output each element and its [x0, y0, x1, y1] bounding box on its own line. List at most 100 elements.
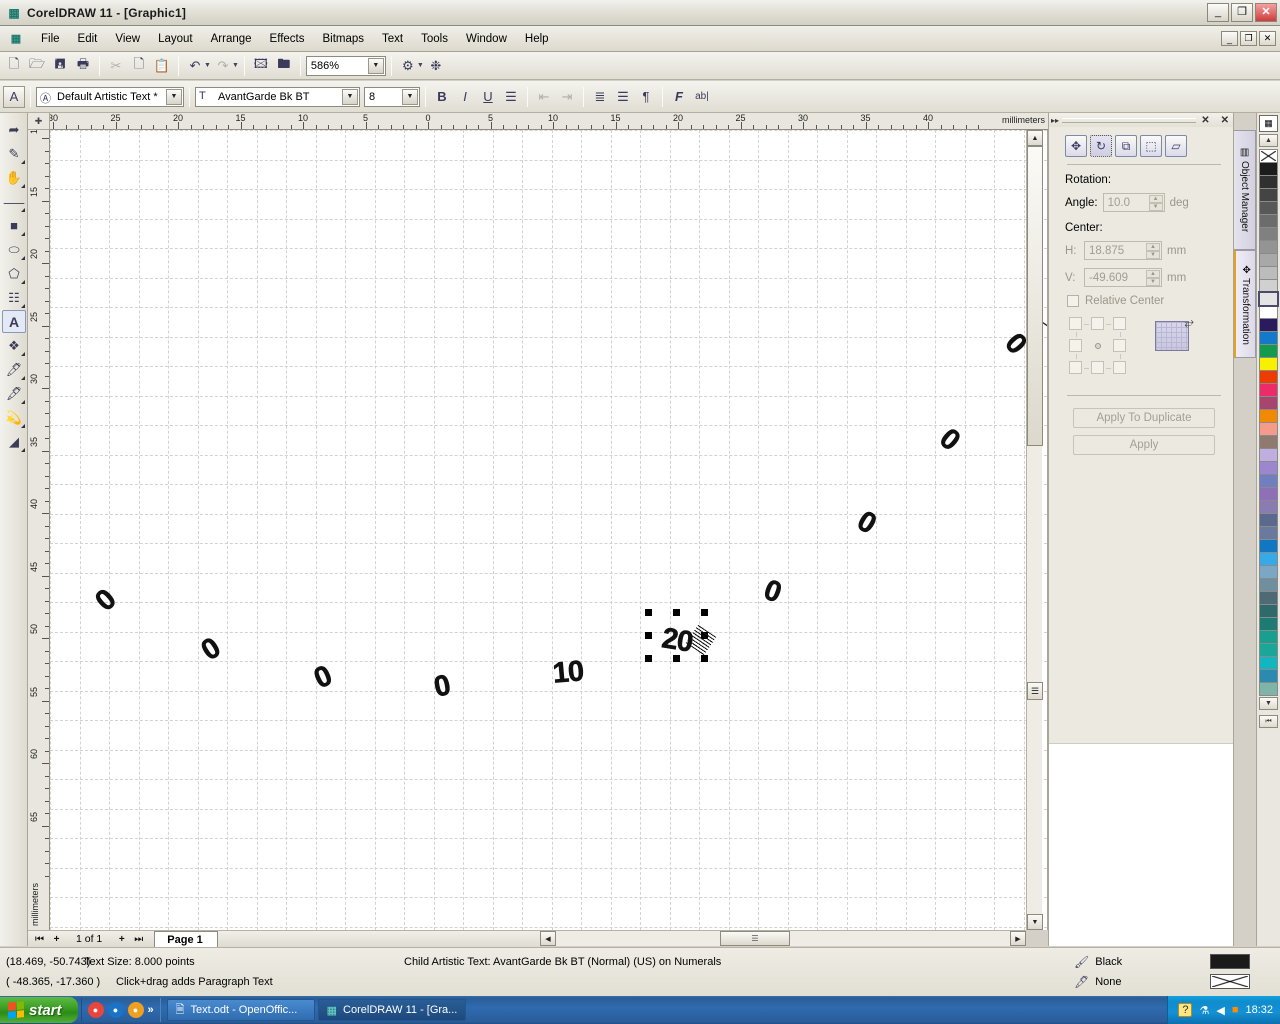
color-swatch[interactable] [1259, 643, 1278, 657]
rotate-icon[interactable]: ↻ [1090, 135, 1112, 157]
chevron-down-icon[interactable]: ▼ [402, 88, 418, 105]
color-swatch[interactable] [1259, 331, 1278, 345]
relative-center-checkbox[interactable] [1067, 295, 1079, 307]
selection-handles[interactable] [50, 130, 1047, 930]
app-launcher-dropdown-icon[interactable]: ▼ [417, 62, 424, 69]
center-h-spin-buttons[interactable]: ▲ ▼ [1146, 243, 1160, 259]
color-swatch[interactable] [1259, 188, 1278, 202]
angle-spin-buttons[interactable]: ▲ ▼ [1148, 195, 1163, 211]
anchor-middle-left[interactable] [1069, 339, 1082, 359]
menu-effects[interactable]: Effects [261, 30, 314, 48]
polygon-tool[interactable]: ⬠ [2, 262, 26, 285]
basic-shapes-tool[interactable]: ☷ [2, 286, 26, 309]
menu-text[interactable]: Text [373, 30, 412, 48]
vertical-scrollbar[interactable]: ▲ ☰ ▼ [1026, 130, 1043, 930]
color-swatch[interactable] [1259, 656, 1278, 670]
size-icon[interactable]: ⬚ [1140, 135, 1162, 157]
selection-handle[interactable] [701, 655, 708, 662]
docker-panel-close-icon[interactable]: ✕ [1199, 115, 1211, 126]
color-swatch[interactable] [1259, 565, 1278, 579]
docker-collapse-icon[interactable]: ▸▸ [1051, 116, 1059, 125]
color-swatch[interactable] [1259, 214, 1278, 228]
center-h-down-icon[interactable]: ▼ [1146, 251, 1160, 259]
mdi-close-button[interactable]: ✕ [1259, 31, 1276, 46]
relative-center-row[interactable]: Relative Center [1067, 295, 1223, 307]
app-launcher-icon[interactable]: ⚙ [397, 55, 419, 77]
color-swatch[interactable] [1259, 682, 1278, 696]
anchor-grid[interactable] [1069, 317, 1129, 377]
color-swatch[interactable] [1259, 591, 1278, 605]
interactive-blend-tool[interactable]: ❖ [2, 334, 26, 357]
palette-swatches[interactable] [1258, 149, 1279, 696]
skew-icon[interactable]: ▱ [1165, 135, 1187, 157]
quick-launch-more-icon[interactable]: » [148, 1004, 154, 1016]
document-menu-icon[interactable]: ▦ [8, 31, 24, 47]
scale-mirror-icon[interactable]: ⧉ [1115, 135, 1137, 157]
docker-tab-transformation[interactable]: ✥ Transformation [1234, 250, 1256, 358]
selection-handle[interactable] [645, 609, 652, 616]
zoom-pan-tool[interactable]: ✋ [2, 166, 26, 189]
color-swatch[interactable] [1259, 253, 1278, 267]
freehand-tool[interactable]: ⸺ [2, 190, 26, 213]
color-swatch[interactable] [1259, 552, 1278, 566]
italic-button[interactable]: I [454, 86, 476, 108]
add-page-before-button[interactable]: + [49, 932, 64, 946]
taskbar-item-openoffice[interactable]: 🗎 Text.odt - OpenOffic... [166, 999, 315, 1021]
fill-status[interactable]: 🖌 Black [1074, 955, 1122, 969]
mdi-minimize-button[interactable]: _ [1221, 31, 1238, 46]
copy-icon[interactable]: 🗋 [128, 55, 150, 77]
paste-icon[interactable]: 📋 [151, 55, 173, 77]
page-tab-1[interactable]: Page 1 [154, 930, 218, 948]
color-swatch[interactable] [1259, 370, 1278, 384]
pick-tool[interactable]: ➦ [2, 118, 26, 141]
color-swatch[interactable] [1259, 305, 1278, 319]
cut-icon[interactable]: ✂ [105, 55, 127, 77]
selection-handle[interactable] [673, 609, 680, 616]
shape-tool[interactable]: ✎ [2, 142, 26, 165]
angle-stepper[interactable]: 10.0 ▲ ▼ [1102, 193, 1165, 212]
interactive-fill-tool[interactable]: ◢ [2, 430, 26, 453]
color-swatch[interactable] [1259, 487, 1278, 501]
minimize-button[interactable]: _ [1207, 3, 1229, 22]
horizontal-scrollbar[interactable]: ◀ ☰ ▶ [540, 930, 1026, 946]
zoom-level-combo[interactable]: 586% ▼ [305, 55, 386, 76]
color-swatch[interactable] [1259, 266, 1278, 280]
open-icon[interactable]: 🗁 [26, 55, 48, 77]
anchor-middle-right[interactable] [1113, 339, 1126, 359]
close-button[interactable]: ✕ [1255, 3, 1277, 22]
fill-color-swatch[interactable] [1210, 954, 1250, 969]
undo-icon[interactable]: ↶ [184, 55, 206, 77]
menu-bitmaps[interactable]: Bitmaps [313, 30, 373, 48]
color-swatch[interactable] [1259, 669, 1278, 683]
menu-tools[interactable]: Tools [412, 30, 457, 48]
save-icon[interactable]: 🖪 [49, 55, 71, 77]
help-balloon-icon[interactable]: ? [1178, 1003, 1193, 1017]
color-swatch[interactable] [1259, 396, 1278, 410]
center-v-stepper[interactable]: -49.609 ▲ ▼ [1084, 268, 1162, 287]
last-page-button[interactable]: ⏭ [131, 932, 146, 946]
color-swatch[interactable] [1259, 461, 1278, 475]
scroll-up-button[interactable]: ▲ [1027, 130, 1043, 146]
chrome-icon[interactable]: ● [87, 1002, 104, 1018]
center-h-stepper[interactable]: 18.875 ▲ ▼ [1084, 241, 1162, 260]
color-swatch[interactable] [1259, 578, 1278, 592]
redo-dropdown-icon[interactable]: ▼ [232, 62, 239, 69]
media-icon[interactable]: ● [127, 1002, 144, 1018]
color-swatch[interactable] [1259, 630, 1278, 644]
color-swatch[interactable] [1259, 422, 1278, 436]
text-style-combo[interactable]: Ⓐ Default Artistic Text * ▼ [36, 86, 184, 107]
color-swatch[interactable] [1259, 526, 1278, 540]
anchor-top-center[interactable] [1091, 317, 1111, 330]
horizontal-ruler[interactable]: millimeters 302520151050510152025303540 [50, 113, 1048, 130]
apply-to-duplicate-button[interactable]: Apply To Duplicate [1073, 408, 1215, 428]
apply-button[interactable]: Apply [1073, 435, 1215, 455]
color-swatch[interactable] [1259, 357, 1278, 371]
scroll-right-button[interactable]: ▶ [1010, 931, 1026, 946]
start-button[interactable]: start [0, 997, 78, 1023]
menu-layout[interactable]: Layout [149, 30, 202, 48]
selection-handle[interactable] [701, 609, 708, 616]
color-swatch[interactable] [1259, 318, 1278, 332]
scroll-left-button[interactable]: ◀ [540, 931, 556, 946]
color-swatch[interactable] [1259, 149, 1278, 163]
angle-down-icon[interactable]: ▼ [1148, 203, 1163, 211]
